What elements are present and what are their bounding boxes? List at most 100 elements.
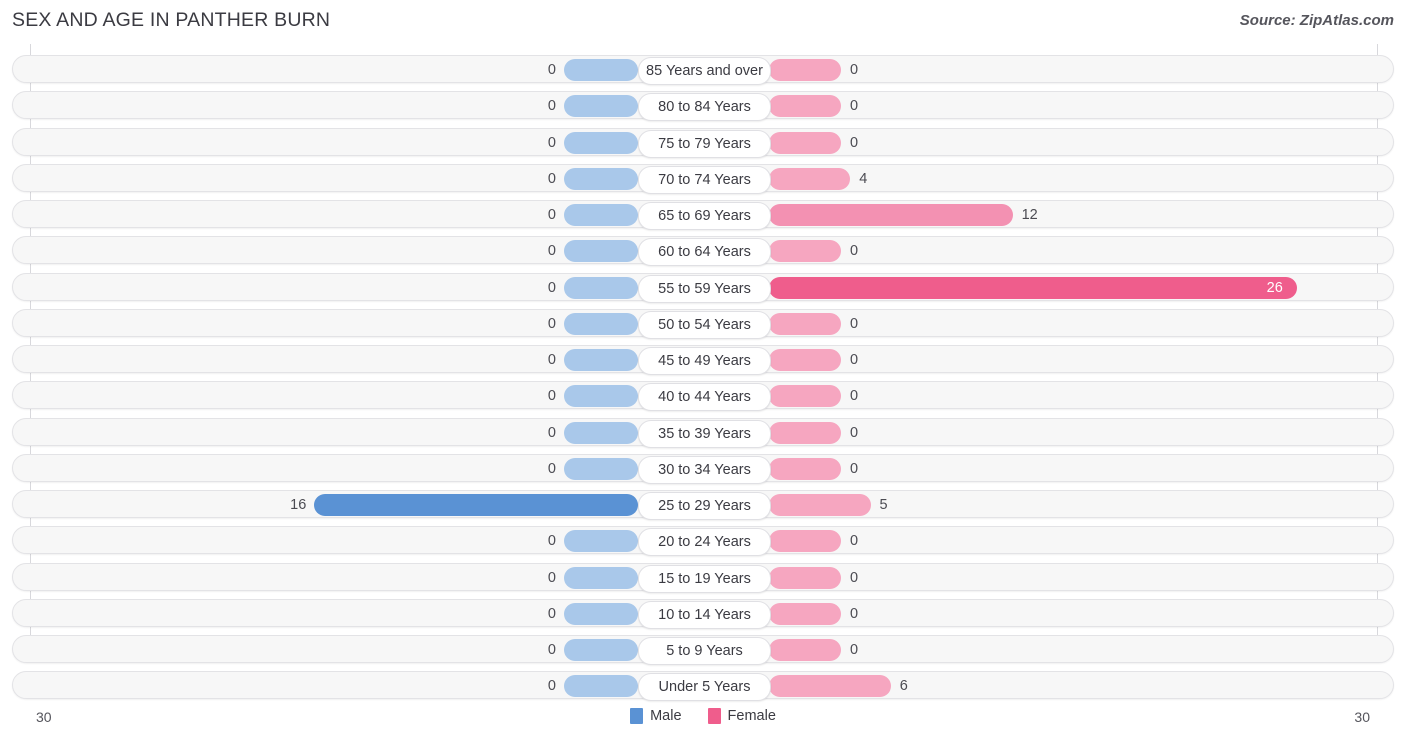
page-title: SEX AND AGE IN PANTHER BURN xyxy=(12,9,331,31)
female-bar[interactable] xyxy=(769,95,841,118)
male-bar[interactable] xyxy=(564,204,638,226)
bar-layer: 0 12 65 to 69 Years xyxy=(13,201,1395,230)
age-group-row[interactable]: 0 26 55 to 59 Years xyxy=(12,272,1395,303)
age-group-row[interactable]: 0 0 15 to 19 Years xyxy=(12,562,1394,593)
female-bar[interactable] xyxy=(769,276,1297,299)
age-group-label: 5 to 9 Years xyxy=(638,637,771,665)
male-bar[interactable] xyxy=(564,385,638,408)
age-group-row[interactable]: 0 0 5 to 9 Years xyxy=(12,635,1394,665)
male-bar[interactable] xyxy=(564,167,638,190)
female-value-label: 0 xyxy=(850,460,859,477)
female-bar[interactable] xyxy=(769,421,841,444)
female-bar[interactable] xyxy=(769,385,841,408)
age-group-row[interactable]: 0 0 20 to 24 Years xyxy=(12,526,1395,557)
legend-item-female[interactable]: Female xyxy=(707,708,776,724)
female-bar[interactable] xyxy=(769,312,841,335)
male-value-label: 0 xyxy=(547,98,556,115)
female-bar[interactable] xyxy=(769,204,1013,226)
age-group-row[interactable]: 0 12 65 to 69 Years xyxy=(12,200,1395,230)
female-bar[interactable] xyxy=(769,494,871,516)
age-group-row[interactable]: 0 6 Under 5 Years xyxy=(12,671,1395,702)
male-bar[interactable] xyxy=(564,421,638,444)
male-bar[interactable] xyxy=(314,494,638,516)
female-bar[interactable] xyxy=(769,59,841,81)
legend-item-male[interactable]: Male xyxy=(630,708,682,724)
legend-swatch-female xyxy=(707,708,721,724)
male-value-label: 0 xyxy=(547,315,556,332)
bar-layer: 0 0 85 Years and over xyxy=(13,56,1395,85)
bar-layer: 0 0 10 to 14 Years xyxy=(13,600,1395,629)
male-bar[interactable] xyxy=(564,59,638,81)
age-group-row[interactable]: 0 0 60 to 64 Years xyxy=(12,236,1395,267)
male-bar[interactable] xyxy=(564,131,638,154)
bar-layer: 0 4 70 to 74 Years xyxy=(13,165,1395,194)
chart-legend: Male Female xyxy=(0,708,1406,724)
female-bar[interactable] xyxy=(769,131,841,154)
bar-layer: 0 0 35 to 39 Years xyxy=(13,419,1395,448)
age-group-label: 20 to 24 Years xyxy=(638,528,771,557)
bar-layer: 0 0 50 to 54 Years xyxy=(13,310,1395,339)
bar-layer: 0 0 75 to 79 Years xyxy=(13,129,1395,158)
male-bar[interactable] xyxy=(564,602,638,625)
age-group-row[interactable]: 0 4 70 to 74 Years xyxy=(12,163,1395,194)
male-bar[interactable] xyxy=(564,639,638,661)
female-value-label: 0 xyxy=(850,315,859,332)
female-bar[interactable] xyxy=(769,349,841,371)
age-group-label: Under 5 Years xyxy=(638,673,771,702)
male-bar[interactable] xyxy=(564,240,638,263)
bar-layer: 0 6 Under 5 Years xyxy=(13,672,1395,702)
female-bar[interactable] xyxy=(769,675,891,698)
age-group-label: 80 to 84 Years xyxy=(638,93,771,122)
female-bar[interactable] xyxy=(769,240,841,263)
bar-layer: 0 26 55 to 59 Years xyxy=(13,274,1395,303)
age-group-row[interactable]: 0 0 80 to 84 Years xyxy=(12,91,1394,122)
male-bar[interactable] xyxy=(564,530,638,553)
female-bar[interactable] xyxy=(769,566,841,589)
female-bar[interactable] xyxy=(769,167,851,190)
male-value-label: 0 xyxy=(547,243,556,260)
male-value-label: 16 xyxy=(290,497,307,513)
chart-header: SEX AND AGE IN PANTHER BURN Source: ZipA… xyxy=(0,0,1406,44)
age-group-row[interactable]: 0 0 50 to 54 Years xyxy=(12,308,1395,339)
age-group-label: 45 to 49 Years xyxy=(638,347,771,375)
male-bar[interactable] xyxy=(564,95,638,118)
male-bar[interactable] xyxy=(564,312,638,335)
age-group-row[interactable]: 0 0 35 to 39 Years xyxy=(12,417,1395,448)
bar-layer: 0 0 20 to 24 Years xyxy=(13,527,1395,557)
source-attribution: Source: ZipAtlas.com xyxy=(1239,12,1394,29)
male-bar[interactable] xyxy=(564,675,638,698)
male-bar[interactable] xyxy=(564,349,638,371)
female-value-label: 4 xyxy=(859,170,868,187)
male-value-label: 0 xyxy=(547,424,556,441)
male-value-label: 0 xyxy=(547,388,556,405)
male-bar[interactable] xyxy=(564,276,638,299)
male-value-label: 0 xyxy=(547,460,556,477)
female-bar[interactable] xyxy=(769,602,841,625)
bar-layer: 0 0 40 to 44 Years xyxy=(13,382,1395,412)
female-bar[interactable] xyxy=(769,457,841,480)
male-value-label: 0 xyxy=(547,533,556,550)
bar-layer: 0 0 45 to 49 Years xyxy=(13,346,1395,375)
female-bar[interactable] xyxy=(769,639,841,661)
female-value-label: 0 xyxy=(850,388,859,405)
male-value-label: 0 xyxy=(547,134,556,151)
age-group-label: 30 to 34 Years xyxy=(638,455,771,484)
female-value-label: 26 xyxy=(1266,279,1283,296)
age-group-row[interactable]: 0 0 30 to 34 Years xyxy=(12,453,1394,484)
male-bar[interactable] xyxy=(564,457,638,480)
bar-layer: 0 0 60 to 64 Years xyxy=(13,237,1395,267)
female-value-label: 0 xyxy=(850,352,859,368)
male-bar[interactable] xyxy=(564,566,638,589)
age-group-row[interactable]: 0 0 85 Years and over xyxy=(12,55,1395,85)
age-group-row[interactable]: 16 5 25 to 29 Years xyxy=(12,490,1395,520)
age-group-row[interactable]: 0 0 10 to 14 Years xyxy=(12,598,1395,629)
female-bar[interactable] xyxy=(769,530,841,553)
age-group-row[interactable]: 0 0 45 to 49 Years xyxy=(12,345,1395,375)
age-group-row[interactable]: 0 0 40 to 44 Years xyxy=(12,381,1395,412)
male-value-label: 0 xyxy=(547,605,556,622)
age-group-label: 65 to 69 Years xyxy=(638,202,771,230)
age-group-label: 70 to 74 Years xyxy=(638,165,771,194)
male-value-label: 0 xyxy=(547,279,556,296)
age-group-row[interactable]: 0 0 75 to 79 Years xyxy=(12,127,1395,158)
bar-layer: 16 5 25 to 29 Years xyxy=(13,491,1395,520)
